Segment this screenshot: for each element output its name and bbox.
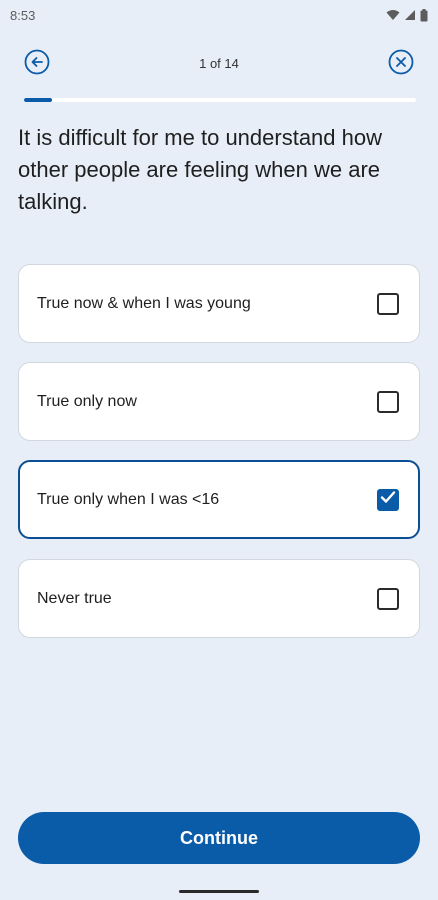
status-icons xyxy=(386,8,428,22)
checkbox[interactable] xyxy=(377,390,399,413)
progress-bar-fill xyxy=(24,98,52,102)
screen: 8:53 1 of 14 It is difficult for me to u… xyxy=(0,0,438,900)
option-label: True only now xyxy=(37,392,137,410)
option-true-only-when-young[interactable]: True only when I was <16 xyxy=(18,460,420,539)
checkbox-checked[interactable] xyxy=(377,488,399,511)
home-indicator[interactable] xyxy=(179,890,259,893)
wifi-icon xyxy=(386,9,400,21)
checkbox[interactable] xyxy=(377,292,399,315)
option-true-only-now[interactable]: True only now xyxy=(18,362,420,441)
question-text: It is difficult for me to understand how… xyxy=(18,125,382,214)
close-circle-icon xyxy=(388,49,414,80)
option-label: True now & when I was young xyxy=(37,294,251,312)
header: 1 of 14 xyxy=(0,44,438,84)
progress-text: 1 of 14 xyxy=(199,56,239,71)
signal-icon xyxy=(404,9,416,21)
progress-bar xyxy=(24,98,416,102)
option-label: True only when I was <16 xyxy=(37,490,220,508)
close-button[interactable] xyxy=(388,49,414,80)
checkmark-icon xyxy=(380,490,396,509)
option-never-true[interactable]: Never true xyxy=(18,559,420,638)
option-label: Never true xyxy=(37,589,112,607)
continue-button[interactable]: Continue xyxy=(18,812,420,864)
checkbox[interactable] xyxy=(377,587,399,610)
status-time: 8:53 xyxy=(10,7,36,23)
status-bar: 8:53 xyxy=(0,0,438,30)
option-true-now-and-young[interactable]: True now & when I was young xyxy=(18,264,420,343)
battery-icon xyxy=(420,8,428,22)
